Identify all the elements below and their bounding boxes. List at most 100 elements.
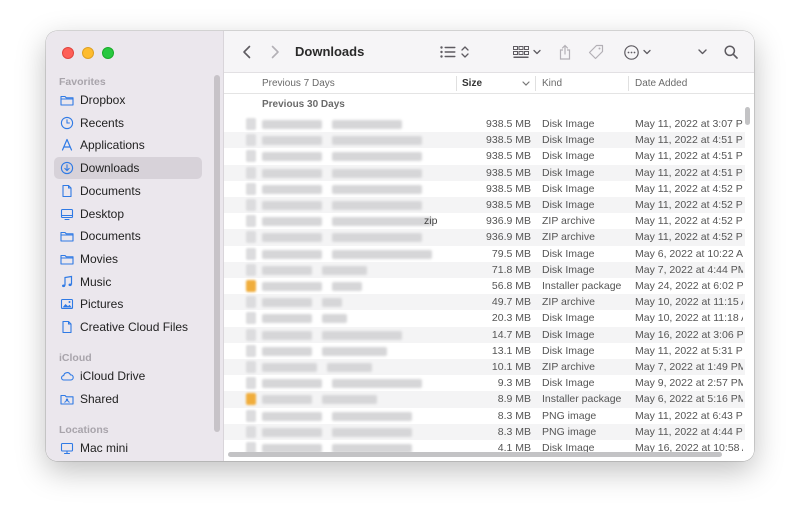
file-size: 936.9 MB bbox=[486, 215, 531, 228]
sidebar-item-documents[interactable]: Documents bbox=[54, 180, 202, 202]
file-icon bbox=[246, 215, 256, 228]
file-date-added: May 11, 2022 at 4:52 PM bbox=[635, 199, 743, 211]
file-date-added: May 11, 2022 at 4:51 PM bbox=[635, 134, 743, 147]
finder-window: Favorites Dropbox Recents Applications Down… bbox=[46, 31, 754, 461]
table-row[interactable]: 938.5 MB Disk Image May 11, 2022 at 4:51 P… bbox=[224, 164, 745, 181]
file-kind: Disk Image bbox=[542, 118, 595, 130]
group-button[interactable] bbox=[512, 43, 542, 61]
minimize-window-button[interactable] bbox=[82, 47, 94, 59]
sidebar-item-documents[interactable]: Documents bbox=[54, 225, 202, 247]
table-row[interactable]: 10.1 MB ZIP archive May 7, 2022 at 1:49 PM bbox=[224, 359, 745, 376]
table-row[interactable]: 936.9 MB ZIP archive May 11, 2022 at 4:52 … bbox=[224, 229, 745, 246]
sidebar-section-icloud: iCloud bbox=[59, 352, 92, 364]
sidebar-item-shared[interactable]: Shared bbox=[54, 388, 202, 410]
table-row[interactable]: 14.7 MB Disk Image May 16, 2022 at 3:06 PM bbox=[224, 326, 745, 343]
horizontal-scrollbar[interactable] bbox=[228, 452, 722, 457]
package-icon bbox=[246, 280, 256, 292]
sidebar-section-favorites: Favorites bbox=[59, 76, 106, 88]
redacted-filename bbox=[262, 152, 322, 162]
file-kind: ZIP archive bbox=[542, 361, 595, 373]
table-row[interactable]: 71.8 MB Disk Image May 7, 2022 at 4:44 PM bbox=[224, 261, 745, 278]
redacted-filename bbox=[332, 201, 422, 210]
close-window-button[interactable] bbox=[62, 47, 74, 59]
sidebar-item-creative-cloud-files[interactable]: Creative Cloud Files bbox=[54, 316, 202, 338]
sidebar-item-applications[interactable]: Applications bbox=[54, 134, 202, 156]
redacted-filename bbox=[262, 217, 322, 227]
sidebar-item-downloads[interactable]: Downloads bbox=[54, 157, 202, 180]
file-date-added: May 6, 2022 at 5:16 PM bbox=[635, 393, 743, 406]
file-kind: Disk Image bbox=[542, 312, 595, 325]
sidebar-item-movies[interactable]: Movies bbox=[54, 248, 202, 270]
file-icon bbox=[246, 247, 256, 260]
table-row[interactable]: 9.3 MB Disk Image May 9, 2022 at 2:57 PM bbox=[224, 375, 745, 391]
table-row[interactable]: 938.5 MB Disk Image May 11, 2022 at 4:52 P… bbox=[224, 197, 745, 214]
file-size: 56.8 MB bbox=[491, 280, 531, 292]
sidebar-item-desktop[interactable]: Desktop bbox=[54, 203, 202, 225]
file-icon bbox=[246, 182, 256, 195]
table-row[interactable]: 79.5 MB Disk Image May 6, 2022 at 10:22 AM bbox=[224, 246, 745, 262]
file-list: Previous 7 Days Size Kind Date Added Pre… bbox=[224, 73, 754, 461]
column-kind[interactable]: Kind bbox=[542, 78, 562, 89]
sidebar-item-mac-mini[interactable]: Mac mini bbox=[54, 437, 202, 459]
file-icon bbox=[246, 425, 256, 438]
table-row[interactable]: 13.1 MB Disk Image May 11, 2022 at 5:31 PM bbox=[224, 343, 745, 359]
tag-button[interactable] bbox=[587, 43, 605, 61]
document-icon bbox=[60, 320, 74, 334]
search-button[interactable] bbox=[722, 42, 740, 62]
chevron-down-icon bbox=[642, 49, 651, 55]
folder-icon bbox=[60, 229, 74, 243]
document-icon bbox=[60, 184, 74, 198]
file-kind: Disk Image bbox=[542, 182, 595, 195]
zoom-window-button[interactable] bbox=[102, 47, 114, 59]
sort-chevron-down-icon bbox=[522, 81, 530, 86]
file-date-added: May 11, 2022 at 6:43 PM bbox=[635, 409, 743, 422]
file-date-added: May 7, 2022 at 1:49 PM bbox=[635, 361, 743, 373]
file-kind: Disk Image bbox=[542, 328, 595, 341]
file-icon bbox=[246, 199, 256, 211]
redacted-filename bbox=[262, 265, 312, 275]
column-size[interactable]: Size bbox=[462, 78, 482, 89]
table-row[interactable]: 938.5 MB Disk Image May 11, 2022 at 4:51 P… bbox=[224, 148, 745, 164]
share-button[interactable] bbox=[556, 42, 574, 62]
file-size: 14.7 MB bbox=[491, 328, 531, 341]
filename-extension: zip bbox=[424, 215, 438, 228]
back-button[interactable] bbox=[238, 43, 256, 61]
sidebar-scrollbar[interactable] bbox=[214, 75, 220, 432]
sidebar-item-dropbox[interactable]: Dropbox bbox=[54, 89, 202, 111]
sidebar-item-pictures[interactable]: Pictures bbox=[54, 293, 202, 315]
pictures-icon bbox=[60, 297, 74, 311]
column-date-added[interactable]: Date Added bbox=[635, 78, 687, 89]
toolbar-overflow-button[interactable] bbox=[694, 43, 710, 61]
redacted-filename bbox=[332, 168, 422, 178]
file-size: 938.5 MB bbox=[486, 118, 531, 130]
table-row[interactable]: 56.8 MB Installer package May 24, 2022 at … bbox=[224, 278, 745, 294]
file-size: 938.5 MB bbox=[486, 166, 531, 179]
file-icon bbox=[246, 361, 256, 373]
redacted-filename bbox=[332, 379, 422, 389]
file-kind: ZIP archive bbox=[542, 215, 595, 228]
file-kind: ZIP archive bbox=[542, 296, 595, 309]
sidebar-item-music[interactable]: Music bbox=[54, 271, 202, 293]
vertical-scrollbar[interactable] bbox=[745, 107, 750, 125]
file-kind: Disk Image bbox=[542, 134, 595, 147]
file-icon bbox=[246, 166, 256, 179]
forward-button[interactable] bbox=[266, 43, 284, 61]
sidebar: Favorites Dropbox Recents Applications Down… bbox=[46, 31, 224, 461]
grid-group-icon bbox=[513, 45, 529, 58]
table-row[interactable]: 938.5 MB Disk Image May 11, 2022 at 3:07 P… bbox=[224, 116, 745, 132]
table-row[interactable]: 8.9 MB Installer package May 6, 2022 at 5:… bbox=[224, 391, 745, 408]
up-down-chevron-icon bbox=[460, 46, 469, 58]
action-menu-button[interactable] bbox=[622, 43, 652, 61]
view-mode-button[interactable] bbox=[438, 43, 470, 61]
table-row[interactable]: 8.3 MB PNG image May 11, 2022 at 6:43 PM bbox=[224, 408, 745, 424]
sidebar-item-icloud-drive[interactable]: iCloud Drive bbox=[54, 365, 202, 387]
table-row[interactable]: 20.3 MB Disk Image May 10, 2022 at 11:18 A… bbox=[224, 310, 745, 326]
table-row[interactable]: 49.7 MB ZIP archive May 10, 2022 at 11:15 … bbox=[224, 294, 745, 311]
table-row[interactable]: 8.3 MB PNG image May 11, 2022 at 4:44 PM bbox=[224, 423, 745, 440]
sidebar-item-label: Movies bbox=[80, 251, 119, 266]
sidebar-item-recents[interactable]: Recents bbox=[54, 112, 202, 134]
table-row[interactable]: 938.5 MB Disk Image May 11, 2022 at 4:51 P… bbox=[224, 132, 745, 149]
column-name[interactable]: Previous 7 Days bbox=[262, 78, 335, 89]
table-row[interactable]: 938.5 MB Disk Image May 11, 2022 at 4:52 P… bbox=[224, 181, 745, 197]
table-row[interactable]: zip 936.9 MB ZIP archive May 11, 2022 at 4:… bbox=[224, 213, 745, 229]
